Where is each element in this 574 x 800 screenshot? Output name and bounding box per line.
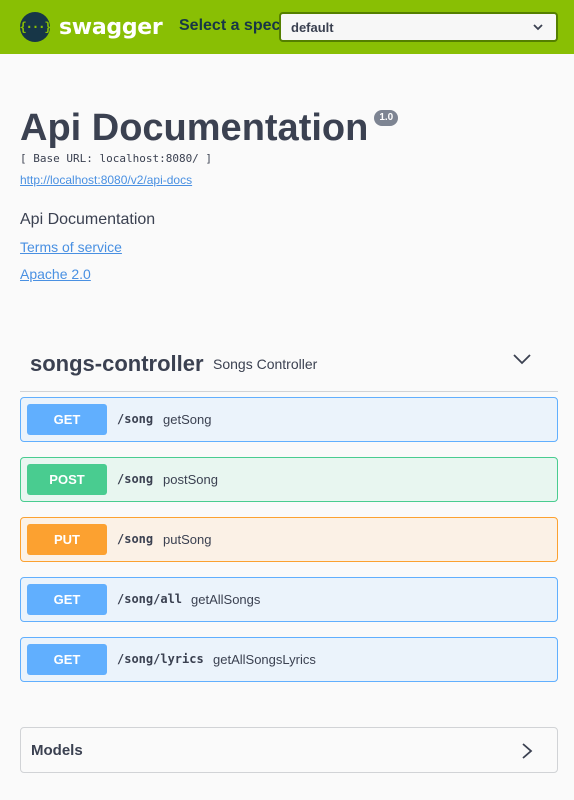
chevron-down-icon [533,24,543,31]
license-link[interactable]: Apache 2.0 [20,266,91,282]
operation-summary: postSong [163,472,218,487]
topbar: {···} swagger Select a spec default [0,0,574,54]
swagger-logo-icon: {···} [19,12,52,42]
method-badge: GET [27,644,107,675]
operation-summary: getSong [163,412,212,427]
page-title: Api Documentation [20,107,369,149]
method-badge: GET [27,584,107,615]
operation-summary: getAllSongsLyrics [213,652,316,667]
operation-path: /song/lyrics [117,652,204,666]
spec-select-value: default [291,20,334,35]
api-description: Api Documentation [20,211,156,228]
method-badge: GET [27,404,107,435]
version-badge: 1.0 [374,110,399,126]
operation-path: /song [117,472,154,486]
tag-header-songs-controller[interactable]: songs-controller Songs Controller [20,342,558,392]
chevron-down-icon[interactable] [512,352,532,366]
method-badge: PUT [27,524,107,555]
api-title-row: Api Documentation 1.0 [20,106,399,150]
select-spec-label: Select a spec [179,17,281,34]
models-section[interactable]: Models [20,727,558,773]
operation-get-song[interactable]: GET /song getSong [20,397,558,442]
operation-path: /song [117,532,154,546]
spec-select[interactable]: default [279,12,558,42]
tag-description: Songs Controller [213,356,318,372]
operation-path: /song [117,412,154,426]
tag-name: songs-controller [30,351,204,376]
base-url: [ Base URL: localhost:8080/ ] [20,152,213,165]
api-docs-link[interactable]: http://localhost:8080/v2/api-docs [20,173,192,187]
swagger-logo-text: swagger [59,14,163,40]
terms-of-service-link[interactable]: Terms of service [20,239,122,255]
operation-summary: getAllSongs [191,592,261,607]
operation-get-song-lyrics[interactable]: GET /song/lyrics getAllSongsLyrics [20,637,558,682]
swagger-logo[interactable]: {···} swagger [19,12,163,42]
chevron-right-icon[interactable] [521,742,533,760]
operation-put-song[interactable]: PUT /song putSong [20,517,558,562]
models-title: Models [31,742,83,759]
operation-get-song-all[interactable]: GET /song/all getAllSongs [20,577,558,622]
method-badge: POST [27,464,107,495]
operation-path: /song/all [117,592,183,606]
operation-summary: putSong [163,532,212,547]
operation-post-song[interactable]: POST /song postSong [20,457,558,502]
